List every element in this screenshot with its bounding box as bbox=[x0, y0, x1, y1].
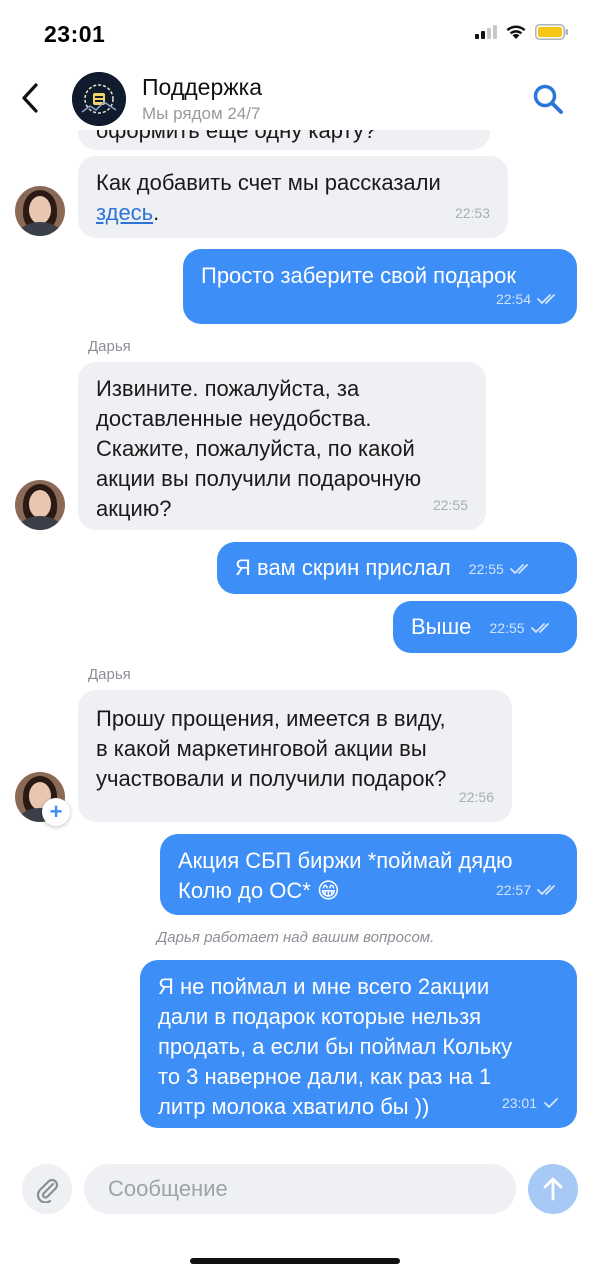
message-line: Извините. пожалуйста, за bbox=[96, 376, 360, 401]
message-line: Акция СБП биржи *поймай дядю bbox=[178, 848, 513, 873]
message-text: Выше bbox=[411, 614, 472, 639]
message-text: Как добавить счет мы рассказали bbox=[96, 170, 441, 195]
message-incoming[interactable]: Прошу прощения, имеется в виду, в какой … bbox=[78, 690, 512, 822]
double-check-icon bbox=[509, 564, 528, 575]
message-time: 23:01 bbox=[501, 1095, 537, 1111]
message-incoming[interactable]: Как добавить счет мы рассказали здесь. 2… bbox=[78, 156, 508, 238]
add-contact-button[interactable]: + bbox=[42, 798, 70, 826]
agent-avatar[interactable] bbox=[15, 480, 65, 530]
message-time: 22:55 bbox=[489, 620, 525, 637]
message-line: дали в подарок которые нельзя bbox=[158, 1004, 482, 1029]
chat-title: Поддержка bbox=[142, 74, 262, 100]
message-text: Просто заберите свой подарок bbox=[201, 263, 516, 288]
message-line: Прошу прощения, имеется в виду, bbox=[96, 706, 446, 731]
support-logo-icon bbox=[72, 72, 126, 126]
arrow-up-icon bbox=[543, 1177, 563, 1201]
chat-avatar[interactable] bbox=[72, 72, 126, 126]
send-button[interactable] bbox=[528, 1164, 578, 1214]
message-input[interactable] bbox=[84, 1164, 516, 1214]
chevron-left-icon bbox=[22, 83, 38, 113]
message-meta: 22:54 bbox=[496, 284, 559, 314]
message-line: литр молока хватило бы )) bbox=[158, 1094, 430, 1119]
message-outgoing[interactable]: Просто заберите свой подарок 22:54 bbox=[183, 249, 577, 324]
message-text: Я вам скрин прислал bbox=[235, 555, 451, 580]
paperclip-icon bbox=[36, 1178, 59, 1203]
double-check-icon bbox=[537, 885, 555, 895]
search-icon bbox=[533, 84, 563, 114]
back-button[interactable] bbox=[14, 76, 46, 120]
composer bbox=[0, 1160, 591, 1220]
message-line: участвовали и получили подарок? bbox=[96, 766, 447, 791]
agent-avatar[interactable] bbox=[15, 186, 65, 236]
message-time: 22:53 bbox=[454, 205, 490, 221]
search-button[interactable] bbox=[531, 82, 565, 116]
chat-subtitle: Мы рядом 24/7 bbox=[142, 104, 261, 123]
message-time: 22:55 bbox=[432, 497, 468, 513]
attach-button[interactable] bbox=[22, 1164, 72, 1214]
message-outgoing[interactable]: Акция СБП биржи *поймай дядю Колю до ОС*… bbox=[160, 834, 577, 915]
message-line: Я не поймал и мне всего 2акции bbox=[158, 974, 490, 999]
message-time: 22:55 bbox=[468, 561, 504, 578]
message-line: то 3 наверное дали, как раз на 1 bbox=[158, 1064, 492, 1089]
message-line: в какой маркетинговой акции вы bbox=[96, 736, 427, 761]
message-list[interactable]: оформить ещё одну карту? Как добавить сч… bbox=[0, 0, 591, 1160]
message-time: 22:54 bbox=[495, 291, 531, 307]
message-outgoing[interactable]: Я вам скрин прислал 22:55 bbox=[217, 542, 577, 594]
double-check-icon bbox=[530, 623, 549, 634]
sender-name: Дарья bbox=[88, 666, 131, 683]
single-check-icon bbox=[544, 1098, 558, 1108]
chat-header: Поддержка Мы рядом 24/7 bbox=[0, 66, 591, 130]
message-incoming[interactable]: Извините. пожалуйста, за доставленные не… bbox=[78, 362, 486, 530]
message-line: акцию? bbox=[96, 496, 172, 521]
message-line: доставленные неудобства. bbox=[96, 406, 372, 431]
sender-name: Дарья bbox=[88, 338, 131, 355]
message-text-end: . bbox=[153, 200, 160, 225]
message-outgoing[interactable]: Я не поймал и мне всего 2акции дали в по… bbox=[140, 960, 577, 1128]
message-meta: 22:55 bbox=[490, 613, 553, 643]
typing-status: Дарья работает над вашим вопросом. bbox=[156, 929, 435, 946]
message-line: продать, а если бы поймал Кольку bbox=[158, 1034, 513, 1059]
message-line: Скажите, пожалуйста, по какой bbox=[96, 436, 415, 461]
message-line: акции вы получили подарочную bbox=[96, 466, 422, 491]
double-check-icon bbox=[537, 294, 555, 304]
home-indicator bbox=[190, 1258, 400, 1264]
message-time: 22:57 bbox=[495, 882, 531, 898]
message-meta: 22:57 bbox=[496, 875, 559, 905]
message-meta: 23:01 bbox=[502, 1088, 559, 1118]
message-time: 22:56 bbox=[458, 789, 494, 805]
help-link[interactable]: здесь bbox=[96, 200, 153, 225]
message-outgoing[interactable]: Выше 22:55 bbox=[393, 601, 577, 653]
message-meta: 22:55 bbox=[469, 554, 532, 584]
